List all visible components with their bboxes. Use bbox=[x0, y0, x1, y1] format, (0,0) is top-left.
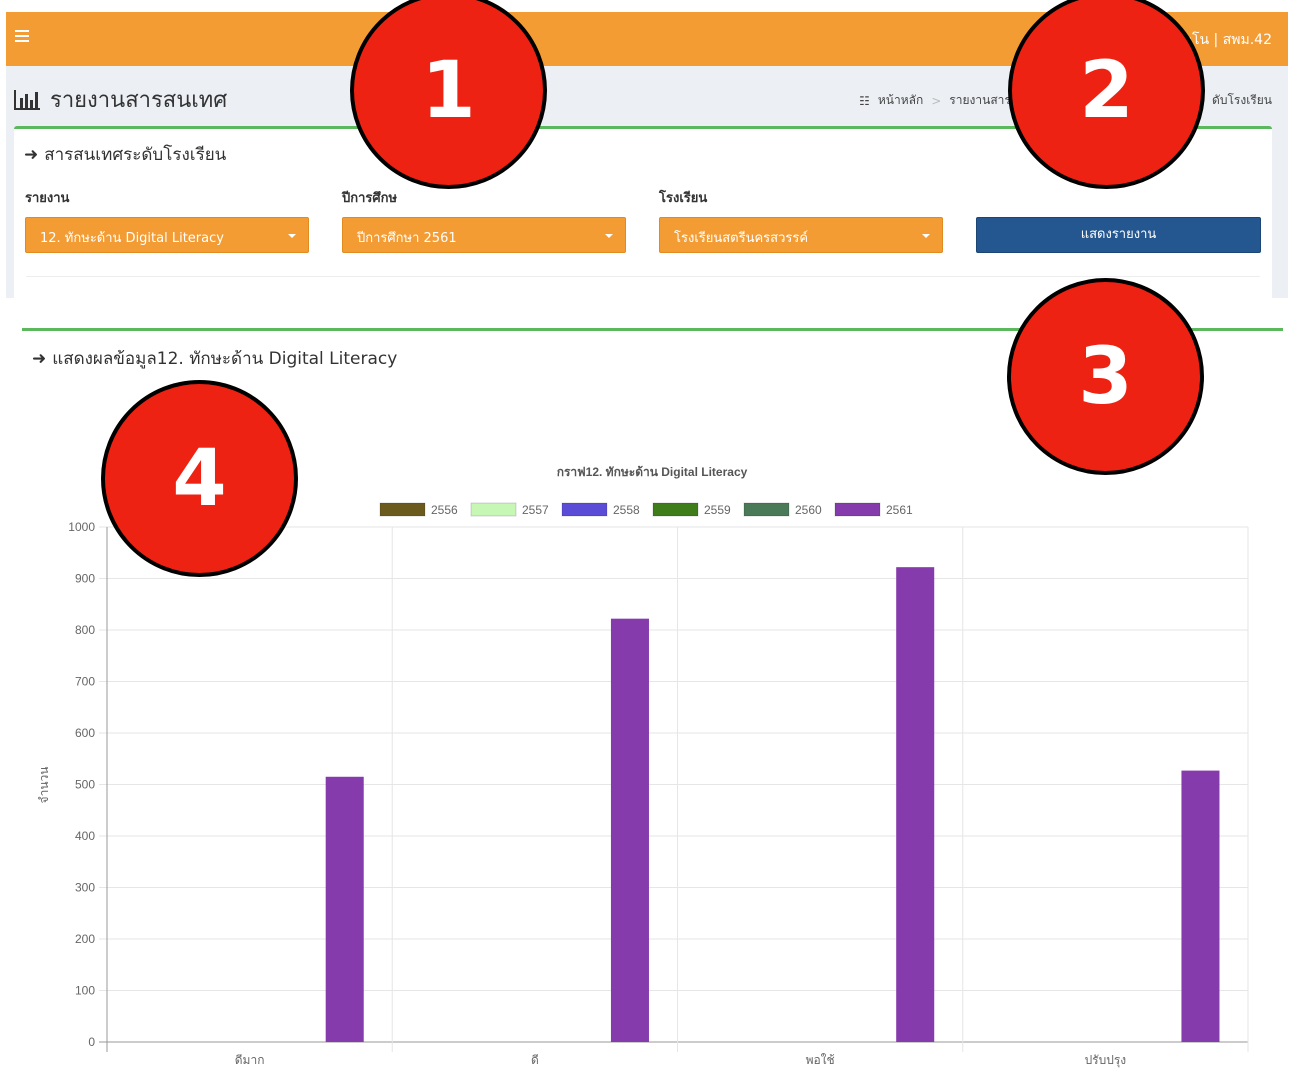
bar-chart-icon bbox=[14, 89, 40, 110]
hamburger-menu-icon[interactable] bbox=[15, 30, 29, 44]
page-title: รายงานสารสนเทศ bbox=[14, 82, 227, 117]
show-report-button[interactable]: แสดงรายงาน bbox=[976, 217, 1261, 253]
year-select[interactable]: ปีการศึกษา 2561 bbox=[342, 217, 626, 253]
user-info[interactable]: ะโน | สพม.42 bbox=[1185, 29, 1273, 51]
breadcrumb-current: ดับโรงเรียน bbox=[1212, 93, 1272, 107]
school-label: โรงเรียน bbox=[659, 191, 708, 206]
chevron-down-icon bbox=[605, 234, 613, 238]
annotation-marker-4: 4 bbox=[101, 380, 298, 577]
filter-box-title: ➜ สารสนเทศระดับโรงเรียน bbox=[24, 144, 227, 166]
chevron-down-icon bbox=[288, 234, 296, 238]
sitemap-icon: ☷ bbox=[859, 93, 870, 108]
annotation-marker-2: 2 bbox=[1008, 0, 1205, 189]
breadcrumb-separator: > bbox=[931, 93, 942, 108]
result-box-title: ➜ แสดงผลข้อมูล12. ทักษะด้าน Digital Lite… bbox=[32, 348, 398, 370]
annotation-marker-3: 3 bbox=[1007, 278, 1204, 475]
sign-in-icon: ➜ bbox=[24, 144, 39, 165]
sign-in-icon: ➜ bbox=[32, 348, 47, 369]
report-label: รายงาน bbox=[25, 191, 70, 206]
report-select[interactable]: 12. ทักษะด้าน Digital Literacy bbox=[25, 217, 309, 253]
page-title-text: รายงานสารสนเทศ bbox=[50, 88, 228, 113]
school-select[interactable]: โรงเรียนสตรีนครสวรรค์ bbox=[659, 217, 943, 253]
divider bbox=[26, 276, 1260, 277]
chevron-down-icon bbox=[922, 234, 930, 238]
breadcrumb-home[interactable]: หน้าหลัก bbox=[878, 91, 923, 110]
annotation-marker-1: 1 bbox=[350, 0, 547, 189]
year-label: ปีการศึกษ bbox=[342, 191, 398, 206]
